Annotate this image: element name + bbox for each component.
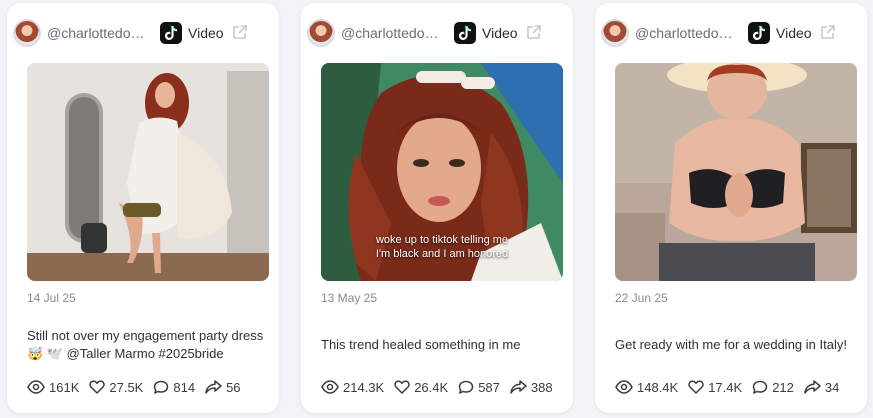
eye-icon xyxy=(321,380,339,394)
video-thumbnail[interactable] xyxy=(615,63,857,281)
post-card-1[interactable]: @charlottedob... Video 14 Jul 25 Still n… xyxy=(7,3,279,413)
share-icon xyxy=(510,380,527,394)
views-stat: 161K xyxy=(27,380,79,395)
tiktok-icon xyxy=(748,22,770,44)
eye-icon xyxy=(27,380,45,394)
thumbnail-image xyxy=(27,63,269,281)
comment-icon xyxy=(752,380,768,394)
post-description: Still not over my engagement party dress… xyxy=(27,325,273,365)
overlay-line: woke up to tiktok telling me xyxy=(375,234,509,246)
video-thumbnail[interactable] xyxy=(27,63,269,281)
comments-stat: 814 xyxy=(153,380,195,395)
external-link-icon[interactable] xyxy=(231,23,249,46)
comment-icon xyxy=(154,380,169,394)
post-date: 14 Jul 25 xyxy=(27,291,76,305)
video-caption-overlay: woke up to tiktok telling me I'm black a… xyxy=(321,233,563,261)
shares-count: 388 xyxy=(530,379,553,395)
video-thumbnail[interactable]: woke up to tiktok telling me I'm black a… xyxy=(321,63,563,281)
likes-stat: 27.5K xyxy=(89,380,143,395)
eye-icon xyxy=(615,380,633,394)
post-stats: 148.4K 17.4K 212 34 xyxy=(615,378,839,396)
creator-handle[interactable]: @charlottedob... xyxy=(341,25,443,41)
post-date: 22 Jun 25 xyxy=(615,291,668,305)
avatar[interactable] xyxy=(307,19,335,47)
likes-stat: 26.4K xyxy=(394,380,448,395)
description-line: Get ready with me for a wedding in Italy… xyxy=(615,337,847,352)
avatar[interactable] xyxy=(13,19,41,47)
comments-count: 587 xyxy=(478,379,500,395)
likes-count: 26.4K xyxy=(414,379,449,395)
post-card-2[interactable]: @charlottedob... Video woke up to tiktok… xyxy=(301,3,573,413)
heart-icon xyxy=(394,380,410,394)
shares-stat: 56 xyxy=(205,379,241,395)
thumbnail-image xyxy=(615,63,857,281)
views-count: 161K xyxy=(49,379,80,395)
post-card-3[interactable]: @charlottedob... Video 22 Jun 25 Get rea… xyxy=(595,3,867,413)
content-type-label: Video xyxy=(188,25,224,41)
creator-handle[interactable]: @charlottedob... xyxy=(47,25,149,41)
post-date: 13 May 25 xyxy=(321,291,378,305)
comments-count: 212 xyxy=(772,379,794,395)
card-header: @charlottedob... Video xyxy=(301,18,573,48)
likes-count: 27.5K xyxy=(109,379,144,395)
post-stats: 161K 27.5K 814 56 xyxy=(27,378,241,396)
views-stat: 148.4K xyxy=(615,380,678,395)
post-description: Get ready with me for a wedding in Italy… xyxy=(615,325,861,365)
post-stats: 214.3K 26.4K 587 388 xyxy=(321,378,553,396)
content-type-label: Video xyxy=(482,25,518,41)
views-stat: 214.3K xyxy=(321,380,384,395)
views-count: 148.4K xyxy=(637,379,679,395)
overlay-line: I'm black and I am honored xyxy=(375,248,509,260)
heart-icon xyxy=(688,380,704,394)
external-link-icon[interactable] xyxy=(525,23,543,46)
comment-icon xyxy=(458,380,474,394)
description-line: This trend healed something in me xyxy=(321,337,521,352)
post-description: This trend healed something in me xyxy=(321,325,567,365)
card-header: @charlottedob... Video xyxy=(7,18,279,48)
likes-count: 17.4K xyxy=(708,379,743,395)
creator-handle[interactable]: @charlottedob... xyxy=(635,25,737,41)
avatar[interactable] xyxy=(601,19,629,47)
shares-count: 34 xyxy=(824,379,840,395)
description-line: Still not over my engagement party dress xyxy=(27,328,264,343)
tiktok-icon xyxy=(454,22,476,44)
description-line: 🤯 🕊️ @Taller Marmo #2025bride xyxy=(27,346,224,361)
shares-count: 56 xyxy=(226,379,241,395)
heart-icon xyxy=(89,380,106,394)
shares-stat: 34 xyxy=(804,380,839,395)
shares-stat: 388 xyxy=(510,380,553,395)
content-type-label: Video xyxy=(776,25,812,41)
comments-count: 814 xyxy=(173,379,196,395)
views-count: 214.3K xyxy=(343,379,385,395)
tiktok-icon xyxy=(160,22,182,44)
share-icon xyxy=(205,380,222,394)
comments-stat: 212 xyxy=(752,380,794,395)
share-icon xyxy=(804,380,821,394)
comments-stat: 587 xyxy=(458,380,500,395)
external-link-icon[interactable] xyxy=(819,23,837,46)
card-header: @charlottedob... Video xyxy=(595,18,867,48)
likes-stat: 17.4K xyxy=(688,380,742,395)
